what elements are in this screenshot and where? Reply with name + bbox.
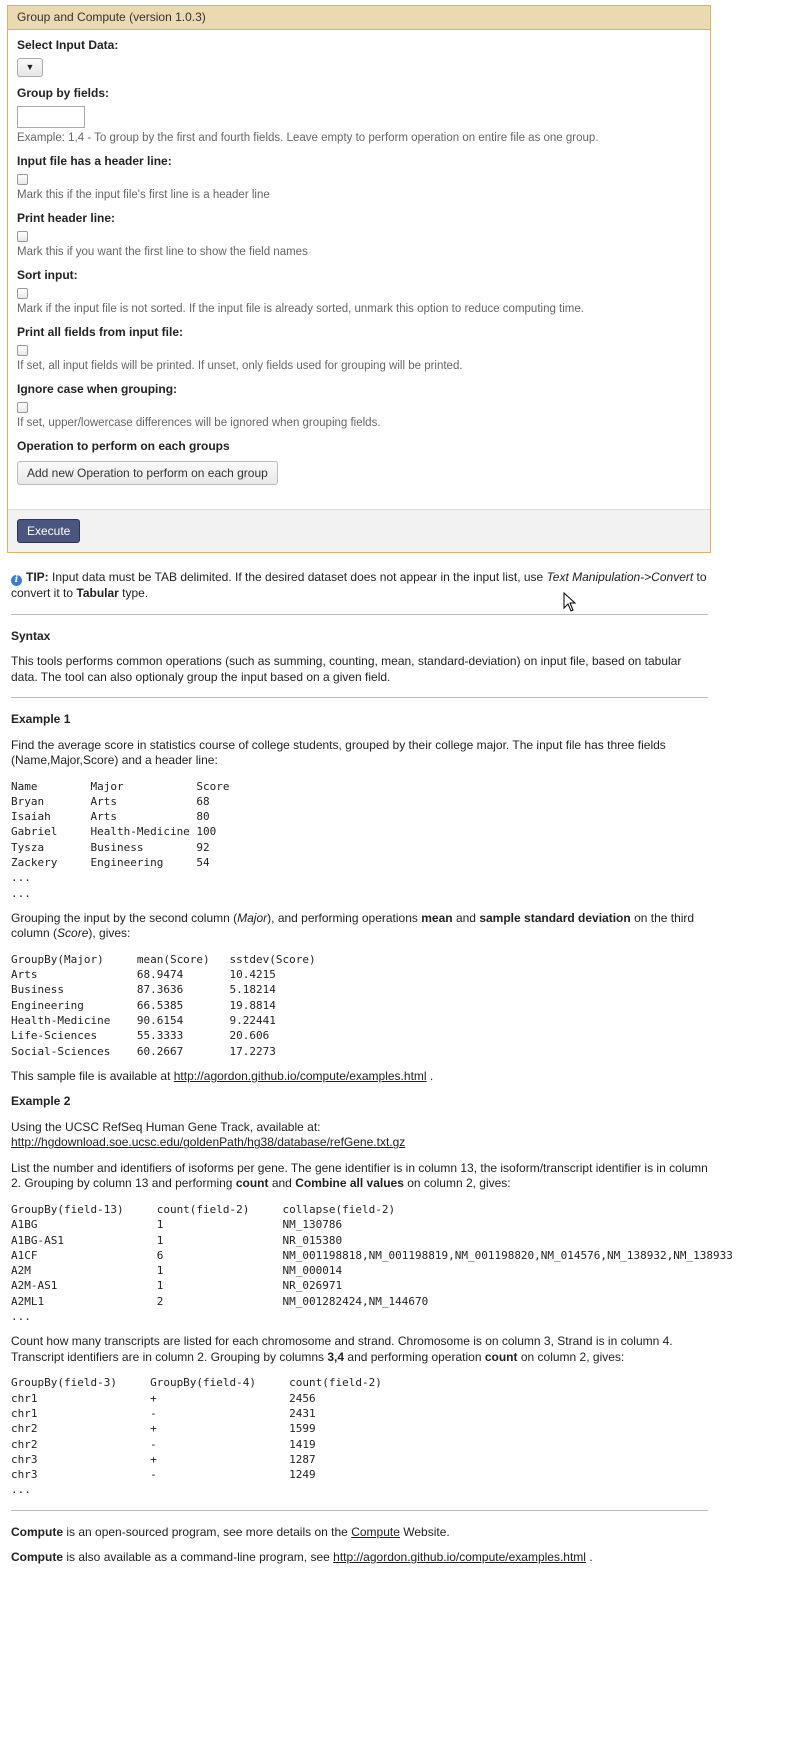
header-line-help: Mark this if the input file's first line… — [17, 189, 270, 201]
footer2-text: is also available as a command-line prog… — [66, 1550, 330, 1565]
example2-output-block: GroupBy(field-13) count(field-2) collaps… — [11, 1202, 733, 1324]
header-line-label: Input file has a header line: — [17, 154, 172, 168]
group-by-help: Example: 1,4 - To group by the first and… — [17, 132, 599, 144]
print-header-field: Print header line: Mark this if you want… — [17, 211, 701, 259]
operation-field: Operation to perform on each groups Add … — [17, 439, 701, 485]
compute-bold: Compute — [11, 1550, 63, 1565]
example1-and: and — [455, 910, 476, 925]
tip-label: TIP: — [26, 570, 49, 584]
example1-output-block: GroupBy(Major) mean(Score) sstdev(Score)… — [11, 952, 316, 1058]
group-by-label: Group by fields: — [17, 86, 110, 100]
execute-button[interactable]: Execute — [17, 519, 81, 543]
example1-intro: Find the average score in statistics cou… — [11, 737, 666, 768]
print-all-label: Print all fields from input file: — [17, 325, 184, 339]
add-operation-button[interactable]: Add new Operation to perform on each gro… — [17, 461, 278, 485]
info-icon: i — [11, 575, 22, 586]
example1-mid-paragraph: Grouping the input by the second column … — [11, 911, 708, 942]
sort-input-help: Mark if the input file is not sorted. If… — [17, 303, 584, 315]
footer-paragraph-2: Compute is also available as a command-l… — [11, 1550, 708, 1566]
input-data-field: Select Input Data: ▼ — [17, 38, 701, 77]
divider — [11, 697, 708, 698]
group-by-input[interactable] — [17, 106, 85, 128]
help-section: i TIP: Input data must be TAB delimited. … — [11, 570, 733, 1576]
sample-file-text: This sample file is available at — [11, 1068, 171, 1083]
divider — [11, 1509, 708, 1511]
example1-title: Example 1 — [11, 712, 71, 726]
syntax-text: This tools performs common operations (s… — [11, 654, 682, 684]
print-all-field: Print all fields from input file: If set… — [17, 325, 701, 373]
example1-mean: mean — [421, 910, 453, 925]
example1-mid-4: ), gives: — [88, 926, 131, 941]
sort-input-field: Sort input: Mark if the input file is no… — [17, 268, 701, 316]
examples-link[interactable]: http://agordon.github.io/compute/example… — [333, 1550, 586, 1564]
compute-bold: Compute — [11, 1524, 63, 1539]
footer1-text: is an open-sourced program, see more det… — [66, 1524, 348, 1539]
ignore-case-field: Ignore case when grouping: If set, upper… — [17, 382, 701, 430]
print-header-checkbox[interactable] — [17, 231, 28, 242]
example1-input-block: Name Major Score Bryan Arts 68 Isaiah Ar… — [11, 779, 230, 900]
header-line-checkbox[interactable] — [17, 174, 28, 185]
example2-count: count — [235, 1176, 269, 1191]
print-all-help: If set, all input fields will be printed… — [17, 360, 463, 372]
example2-desc-2: on column 2, gives: — [407, 1176, 511, 1191]
example2-and: and — [271, 1176, 292, 1191]
divider — [11, 613, 708, 615]
header-line-field: Input file has a header line: Mark this … — [17, 154, 701, 202]
example2-desc-paragraph: List the number and identifiers of isofo… — [11, 1161, 708, 1192]
mouse-cursor-icon — [563, 592, 577, 612]
syntax-title: Syntax — [11, 628, 51, 643]
example1-mid-1: Grouping the input by the second column … — [11, 910, 238, 925]
print-header-label: Print header line: — [17, 211, 116, 225]
example2-title: Example 2 — [11, 1094, 71, 1109]
tip-paragraph: i TIP: Input data must be TAB delimited. … — [11, 570, 708, 602]
refgene-link[interactable]: http://hgdownload.soe.ucsc.edu/goldenPat… — [11, 1135, 405, 1149]
print-all-checkbox[interactable] — [17, 345, 28, 356]
print-header-help: Mark this if you want the first line to … — [17, 246, 308, 258]
sort-input-label: Sort input: — [17, 268, 78, 282]
tip-text-1: Input data must be TAB delimited. If the… — [52, 570, 544, 584]
footer1-end: Website. — [403, 1524, 450, 1539]
tool-form: Group and Compute (version 1.0.3) Select… — [7, 5, 711, 553]
input-data-label: Select Input Data: — [17, 38, 119, 52]
example3-desc-3: on column 2, gives: — [520, 1349, 625, 1364]
chevron-down-icon: ▼ — [25, 62, 35, 72]
form-footer: Execute — [8, 509, 710, 552]
example1-ssd: sample standard deviation — [479, 910, 631, 925]
footer2-end: . — [589, 1550, 593, 1565]
ignore-case-label: Ignore case when grouping: — [17, 382, 178, 396]
tip-text-3: type. — [122, 586, 149, 600]
sort-input-checkbox[interactable] — [17, 288, 28, 299]
example2-combine: Combine all values — [295, 1176, 404, 1191]
example3-cols: 3,4 — [327, 1349, 345, 1364]
example1-mid-2: ), and performing operations — [267, 910, 418, 925]
example3-desc-2: and performing operation — [347, 1349, 482, 1364]
example3-desc-paragraph: Count how many transcripts are listed fo… — [11, 1334, 708, 1365]
sample-file-link[interactable]: http://agordon.github.io/compute/example… — [174, 1069, 427, 1083]
example1-major: Major — [237, 910, 268, 925]
example3-output-block: GroupBy(field-3) GroupBy(field-4) count(… — [11, 1376, 382, 1497]
input-data-select[interactable]: ▼ — [17, 58, 43, 77]
example2-intro: Using the UCSC RefSeq Human Gene Track, … — [11, 1119, 321, 1134]
ignore-case-checkbox[interactable] — [17, 402, 28, 413]
footer-paragraph-1: Compute is an open-sourced program, see … — [11, 1525, 708, 1541]
sample-file-paragraph: This sample file is available at http://… — [11, 1069, 708, 1085]
compute-website-link[interactable]: Compute — [351, 1525, 400, 1539]
example1-score: Score — [57, 926, 89, 941]
ignore-case-help: If set, upper/lowercase differences will… — [17, 417, 381, 429]
tip-bold: Tabular — [76, 586, 119, 600]
operation-label: Operation to perform on each groups — [17, 439, 230, 453]
tool-title: Group and Compute (version 1.0.3) — [8, 6, 710, 30]
example2-intro-paragraph: Using the UCSC RefSeq Human Gene Track, … — [11, 1120, 708, 1151]
group-by-field: Group by fields: Example: 1,4 - To group… — [17, 86, 701, 145]
sample-file-end: . — [429, 1068, 434, 1083]
example3-count: count — [484, 1349, 518, 1364]
tip-italic: Text Manipulation->Convert — [546, 570, 694, 584]
